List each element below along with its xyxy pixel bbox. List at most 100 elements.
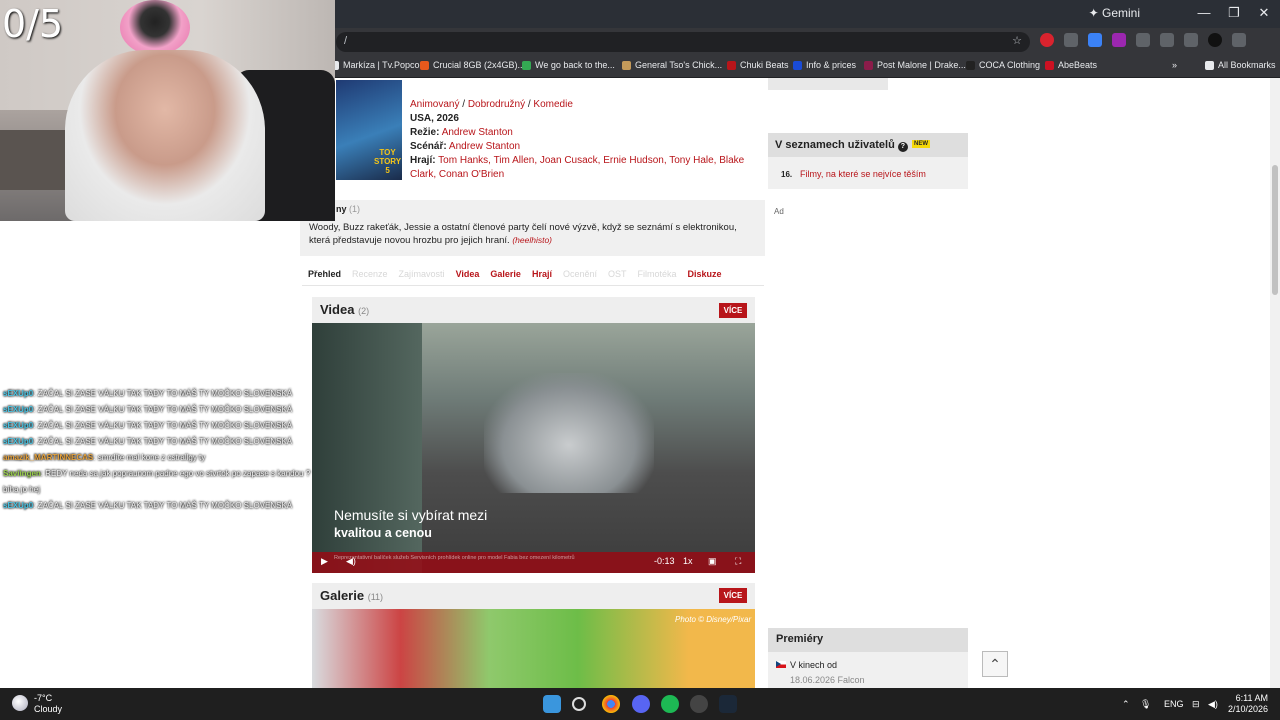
folder-icon <box>1205 60 1214 70</box>
puzzle-icon[interactable] <box>1136 33 1150 47</box>
speaker-icon[interactable]: ◀) <box>1208 699 1218 710</box>
language-indicator[interactable]: ENG <box>1164 699 1184 709</box>
tab-galerie[interactable]: Galerie <box>490 269 521 279</box>
bookmark-favicon-icon <box>864 60 873 70</box>
tab-přehled[interactable]: Přehled <box>308 269 341 279</box>
bookmark-item[interactable]: AbeBeats <box>1045 60 1097 70</box>
speed-button[interactable]: 1x <box>683 556 693 566</box>
bookmark-item[interactable]: General Tso's Chick... <box>622 60 722 70</box>
cast-label: Hrají: <box>410 155 436 166</box>
extension-icon[interactable] <box>1088 33 1102 47</box>
gallery-more-button[interactable]: VÍCE <box>719 588 747 603</box>
poster-logo-line: 5 <box>385 166 390 175</box>
genre-link[interactable]: Komedie <box>533 99 572 110</box>
chat-username: sEXUp0 <box>3 421 34 430</box>
director-link[interactable]: Andrew Stanton <box>442 127 513 138</box>
all-bookmarks-button[interactable]: All Bookmarks <box>1205 60 1276 70</box>
plot-text: Woody, Buzz rakeťák, Jessie a ostatní čl… <box>309 221 759 247</box>
help-icon[interactable]: ? <box>897 142 908 152</box>
microphone-icon[interactable]: 🎙 <box>1140 699 1151 710</box>
gemini-button[interactable]: ✦ Gemini <box>1089 6 1140 20</box>
chat-text: : ZAČAL SI ZASE VÁLKU TAK TADY TO MÁŠ TY… <box>33 405 293 414</box>
bookmark-item[interactable]: Chuki Beats <box>727 60 789 70</box>
chrome-icon[interactable] <box>602 695 620 713</box>
pip-icon[interactable]: ▣ <box>708 556 717 567</box>
tab-videa[interactable]: Videa <box>456 269 480 279</box>
bookmark-label: Crucial 8GB (2x4GB)... <box>433 60 526 70</box>
bookmark-star-icon[interactable]: ☆ <box>1012 34 1022 47</box>
address-text: / <box>344 35 348 47</box>
list-rank: 16. <box>781 170 793 179</box>
close-icon[interactable]: ✕ <box>1254 5 1274 21</box>
videos-header <box>312 297 755 323</box>
cast-icon[interactable] <box>1160 33 1174 47</box>
director-row: Režie: Andrew Stanton <box>410 126 760 140</box>
bookmark-item[interactable]: Info & prices <box>793 60 856 70</box>
genre-link[interactable]: Animovaný <box>410 99 459 110</box>
gallery-count: (11) <box>367 592 384 602</box>
gallery-credit: Photo © Disney/Pixar <box>675 615 752 624</box>
webcam-streamer <box>65 50 265 221</box>
bookmark-label: Post Malone | Drake... <box>877 60 966 70</box>
chat-username: amazik_MARTINNECAS <box>3 453 94 462</box>
plot-author-link[interactable]: (heelhisto) <box>512 235 552 245</box>
film-meta: Animovaný / Dobrodružný / Komedie USA, 2… <box>410 98 760 182</box>
menu-icon[interactable] <box>1232 33 1246 47</box>
fullscreen-icon[interactable]: ⛶ <box>735 556 741 567</box>
bookmark-item[interactable]: Post Malone | Drake... <box>864 60 966 70</box>
chat-text: : ZAČAL SI ZASE VÁLKU TAK TADY TO MÁŠ TY… <box>33 389 293 398</box>
weather-widget[interactable]: -7°C Cloudy <box>12 693 62 715</box>
search-icon[interactable] <box>572 697 586 711</box>
network-icon[interactable]: ⊟ <box>1192 699 1200 710</box>
play-icon[interactable]: ▶ <box>321 556 328 567</box>
scroll-to-top-button[interactable]: ⌃ <box>982 651 1008 677</box>
chat-overlay: sEXUp0 : ZAČAL SI ZASE VÁLKU TAK TADY TO … <box>3 386 343 514</box>
bookmark-favicon-icon <box>727 60 736 70</box>
taskbar-clock[interactable]: 6:11 AM 2/10/2026 <box>1218 693 1268 715</box>
scrollbar-thumb[interactable] <box>1272 165 1278 295</box>
discord-icon[interactable] <box>632 695 650 713</box>
tab-ost: OST <box>608 268 627 279</box>
spotify-icon[interactable] <box>661 695 679 713</box>
clock-date: 2/10/2026 <box>1227 704 1268 714</box>
avatar[interactable] <box>1208 33 1222 47</box>
chat-text: bíha jo hej <box>3 485 40 494</box>
extension-icon[interactable] <box>1064 33 1078 47</box>
video-caption-line2: kvalitou a cenou <box>334 526 432 540</box>
bookmark-label: AbeBeats <box>1058 60 1098 70</box>
videos-more-button[interactable]: VÍCE <box>719 303 747 318</box>
bookmark-item[interactable]: COCA Clothing <box>966 60 1040 70</box>
extension-icon[interactable] <box>1040 33 1054 47</box>
volume-icon[interactable]: ◀) <box>346 556 356 567</box>
gallery-title-text: Galerie <box>320 588 365 603</box>
bookmark-item[interactable]: Crucial 8GB (2x4GB)... <box>420 60 525 70</box>
restore-icon[interactable]: ❐ <box>1224 5 1244 21</box>
user-lists-title-text: V seznamech uživatelů <box>775 139 895 151</box>
bookmark-item[interactable]: We go back to the... <box>522 60 615 70</box>
cast-row: Hrají: Tom Hanks, Tim Allen, Joan Cusack… <box>410 154 760 182</box>
film-tabs: Přehled Recenze Zajímavosti Videa Galerie Hra… <box>302 262 764 286</box>
videos-count: (2) <box>358 306 370 316</box>
more-bookmarks-icon[interactable]: » <box>1172 60 1177 70</box>
address-bar[interactable]: / ☆ <box>336 32 1030 52</box>
cast-links[interactable]: Tom Hanks, Tim Allen, Joan Cusack, Ernie… <box>410 155 744 180</box>
premiere-label: V kinech od <box>790 660 838 670</box>
user-list-link[interactable]: Filmy, na které se nejvíce těším <box>800 169 926 179</box>
tab-hrají[interactable]: Hrají <box>532 269 552 279</box>
chat-message: amazik_MARTINNECAS: smrdíte mal kone z c… <box>3 450 343 466</box>
video-disclaimer: Reprezentativní balíček služeb Servisníc… <box>334 555 575 561</box>
chat-message: sEXUp0: ZAČAL SI ZASE VÁLKU TAK TADY TO … <box>3 434 343 450</box>
bookmark-item[interactable]: Markíza | Tv.Popcor... <box>330 60 430 70</box>
minimize-icon[interactable]: — <box>1194 5 1214 20</box>
bookmark-label: COCA Clothing <box>979 60 1041 70</box>
genre-link[interactable]: Dobrodružný <box>468 99 525 110</box>
extension-icon[interactable] <box>1112 33 1126 47</box>
steam-icon[interactable] <box>719 695 737 713</box>
windows-start-icon[interactable] <box>543 695 561 713</box>
writer-link[interactable]: Andrew Stanton <box>449 141 520 152</box>
reading-list-icon[interactable] <box>1184 33 1198 47</box>
tab-diskuze[interactable]: Diskuze <box>688 269 722 279</box>
tray-overflow-icon[interactable]: ⌃ <box>1122 699 1130 710</box>
bookmark-favicon-icon <box>1045 60 1054 70</box>
obs-icon[interactable] <box>690 695 708 713</box>
